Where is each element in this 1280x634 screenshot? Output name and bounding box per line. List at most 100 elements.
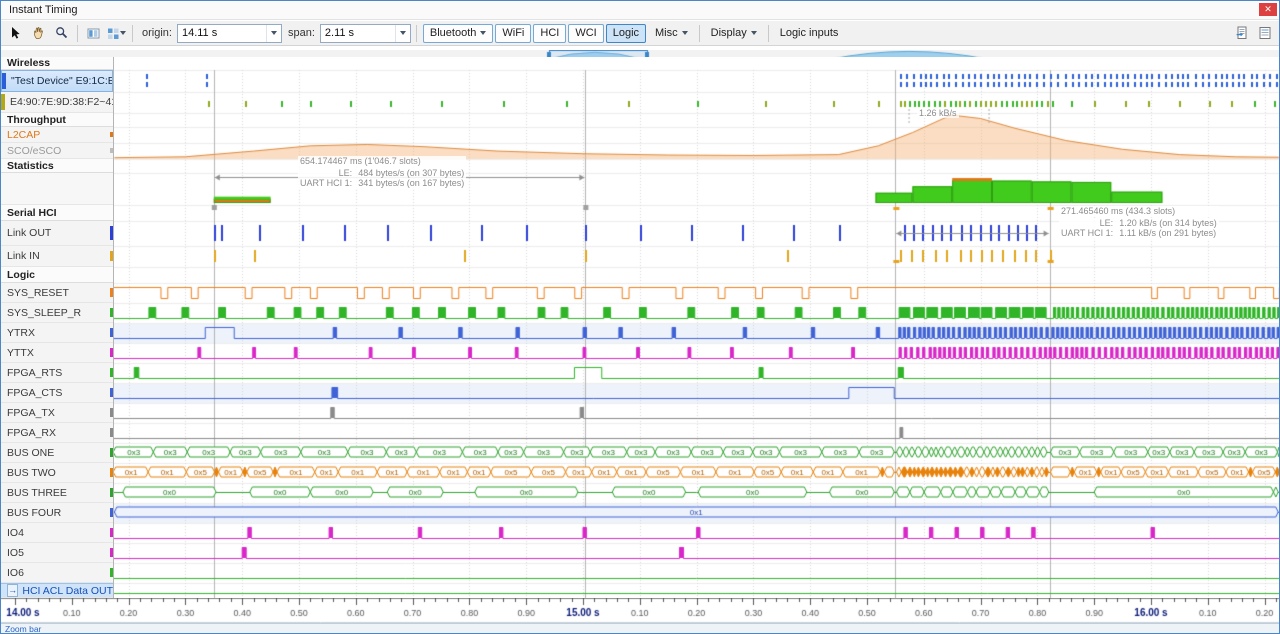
measurement-annotation-1: 654.174467 ms (1'046.7 slots) LE:484 byt… <box>298 156 466 189</box>
measure-label: UART HCI 1: <box>1061 228 1113 239</box>
span-dropdown-button[interactable] <box>395 25 410 42</box>
sidebar-row-statistics[interactable]: Statistics <box>1 159 113 173</box>
view-toggle-group: BluetoothWiFi HCI WCI Logic Misc Display Logic… <box>422 24 847 43</box>
channel-color-chip <box>110 568 113 577</box>
sidebar-row-label: Logic <box>7 269 35 281</box>
columns-view-button[interactable] <box>83 23 104 43</box>
grid-icon <box>107 27 120 40</box>
timeline-canvas[interactable] <box>1 57 1279 623</box>
sidebar-row-bus-two[interactable]: BUS TWO <box>1 463 113 483</box>
toggle-display[interactable]: Display <box>704 24 764 43</box>
pointer-icon <box>9 26 23 40</box>
sidebar-row-label: FPGA_TX <box>7 407 55 419</box>
sidebar-row-label: IO5 <box>7 547 24 559</box>
measure-value: 1.20 kB/s (on 314 bytes) <box>1119 218 1217 229</box>
sidebar-row-label: Throughput <box>7 114 66 126</box>
sidebar-row-hci-acl-data-out[interactable]: →HCI ACL Data OUT <box>1 583 113 598</box>
channel-color-chip <box>110 348 113 357</box>
sidebar-row-serial-hci[interactable]: Serial HCI <box>1 205 113 221</box>
sidebar-row-e4-90-7e-9d-38-f2-41-3[interactable]: E4:90:7E:9D:38:F2~41:3... <box>1 92 113 113</box>
select-tool-button[interactable] <box>5 23 26 43</box>
sidebar-row-throughput[interactable]: Throughput <box>1 113 113 127</box>
sidebar-row-label: BUS ONE <box>7 447 54 459</box>
hci-label: HCI <box>540 27 559 39</box>
toggle-misc[interactable]: Misc <box>648 24 695 43</box>
capture-setup-button[interactable] <box>106 23 127 43</box>
chevron-down-icon <box>400 31 406 35</box>
measure-label: UART HCI 1: <box>300 178 352 189</box>
toolbar-separator <box>416 25 417 42</box>
sidebar-row-link-in[interactable]: Link IN <box>1 246 113 267</box>
sidebar-row-l2cap[interactable]: L2CAP <box>1 127 113 143</box>
wci-label: WCI <box>575 27 596 39</box>
sidebar-row-fpga-rx[interactable]: FPGA_RX <box>1 423 113 443</box>
logic-label: Logic <box>613 27 639 39</box>
channel-color-chip <box>110 468 113 477</box>
sidebar-row-label: FPGA_CTS <box>7 387 62 399</box>
misc-label: Misc <box>655 27 678 39</box>
toggle-logic-inputs[interactable]: Logic inputs <box>773 24 846 43</box>
measurement-title: 271.465460 ms (434.3 slots) <box>1059 206 1219 217</box>
sidebar-row-fpga-tx[interactable]: FPGA_TX <box>1 403 113 423</box>
sidebar-row-wireless[interactable]: Wireless <box>1 57 113 70</box>
channel-color-chip <box>110 508 113 517</box>
sidebar-row-label: SYS_RESET <box>7 287 69 299</box>
origin-value[interactable]: 14.11 s <box>178 27 266 39</box>
channel-color-chip <box>110 448 113 457</box>
sidebar-row-link-out[interactable]: Link OUT <box>1 221 113 246</box>
sidebar-row-test-device-e9-1c-b5[interactable]: "Test Device" E9:1C:B5:... <box>1 70 113 92</box>
export-report-button[interactable] <box>1231 23 1252 43</box>
channel-color-chip <box>2 73 6 89</box>
sidebar-row-logic[interactable]: Logic <box>1 267 113 283</box>
sidebar-row-label: "Test Device" E9:1C:B5:... <box>11 75 113 87</box>
measurement-annotation-2: 271.465460 ms (434.3 slots) LE: 1.20 kB/s… <box>1059 206 1219 239</box>
sidebar-row-fpga-rts[interactable]: FPGA_RTS <box>1 363 113 383</box>
document-export-icon <box>1235 26 1249 40</box>
zoom-bar-overview[interactable] <box>1 47 1279 57</box>
sidebar-row-label: FPGA_RTS <box>7 367 62 379</box>
toggle-hci[interactable]: HCI <box>533 24 566 43</box>
sidebar-row-label: YTRX <box>7 327 35 339</box>
sidebar-row-ytrx[interactable]: YTRX <box>1 323 113 343</box>
magnifier-icon <box>55 26 69 40</box>
pan-tool-button[interactable] <box>28 23 49 43</box>
sidebar-row-label: IO4 <box>7 527 24 539</box>
report-list-button[interactable] <box>1254 23 1275 43</box>
measure-label: LE: <box>1061 218 1113 229</box>
origin-combobox[interactable]: 14.11 s <box>177 24 282 43</box>
sidebar-row-fpga-cts[interactable]: FPGA_CTS <box>1 383 113 403</box>
channel-color-chip <box>110 226 113 240</box>
sidebar-row-sco-esco[interactable]: SCO/eSCO <box>1 143 113 159</box>
channel-color-chip <box>110 548 113 557</box>
sidebar-row-yttx[interactable]: YTTX <box>1 343 113 363</box>
close-button[interactable]: ✕ <box>1259 3 1277 16</box>
channel-color-chip <box>110 251 113 261</box>
span-combobox[interactable]: 2.11 s <box>320 24 411 43</box>
statusbar: Zoom bar <box>1 623 1279 633</box>
toolbar-separator <box>132 25 133 42</box>
sidebar-row-label: Statistics <box>7 160 54 172</box>
origin-dropdown-button[interactable] <box>266 25 281 42</box>
sidebar-row-sys-sleep-r[interactable]: SYS_SLEEP_R <box>1 303 113 323</box>
sidebar-row-sys-reset[interactable]: SYS_RESET <box>1 283 113 303</box>
toggle-wci[interactable]: WCI <box>568 24 603 43</box>
toolbar-separator <box>77 25 78 42</box>
sidebar-row-io6[interactable]: IO6 <box>1 563 113 583</box>
channel-color-chip <box>110 368 113 377</box>
channel-color-chip <box>110 308 113 317</box>
channel-color-chip <box>110 328 113 337</box>
sidebar-row-label: BUS TWO <box>7 467 56 479</box>
toggle-logic[interactable]: Logic <box>606 24 646 43</box>
sidebar-row-bus-three[interactable]: BUS THREE <box>1 483 113 503</box>
span-value[interactable]: 2.11 s <box>321 27 395 39</box>
toggle-bluetooth[interactable]: Bluetooth <box>423 24 493 43</box>
sidebar-row-label: HCI ACL Data OUT <box>22 585 113 597</box>
channel-color-chip <box>110 428 113 437</box>
sidebar-row-bus-one[interactable]: BUS ONE <box>1 443 113 463</box>
sidebar-row-bus-four[interactable]: BUS FOUR <box>1 503 113 523</box>
zoom-tool-button[interactable] <box>51 23 72 43</box>
sidebar-row-io5[interactable]: IO5 <box>1 543 113 563</box>
sidebar-row-io4[interactable]: IO4 <box>1 523 113 543</box>
sidebar-row-label: YTTX <box>7 347 34 359</box>
toggle-wifi[interactable]: WiFi <box>495 24 531 43</box>
